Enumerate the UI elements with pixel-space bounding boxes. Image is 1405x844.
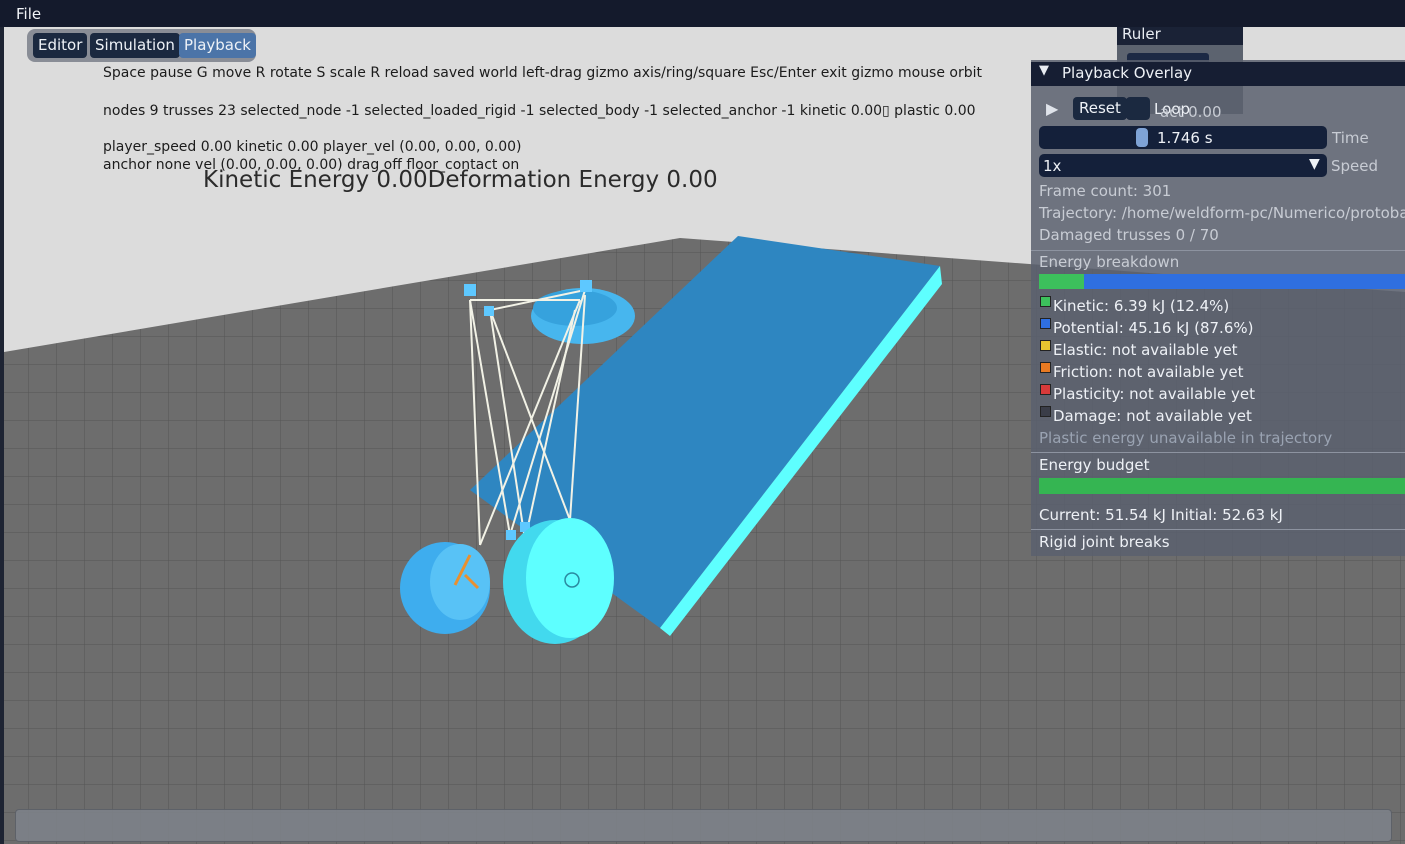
legend-friction: Friction: not available yet xyxy=(1053,363,1244,381)
energy-budget-bar xyxy=(1039,478,1405,494)
simulation-tab[interactable]: Simulation xyxy=(90,33,180,58)
collapse-triangle-icon[interactable]: ▼ xyxy=(1039,63,1049,78)
energy-budget-title: Energy budget xyxy=(1039,456,1150,474)
overlay-header[interactable]: ▼ Playback Overlay xyxy=(1031,62,1405,86)
legend-potential: Potential: 45.16 kJ (87.6%) xyxy=(1053,319,1254,337)
legend-kinetic: Kinetic: 6.39 kJ (12.4%) xyxy=(1053,297,1230,315)
ruler-overlap-text: act 0.00 xyxy=(1160,103,1222,121)
hud-stats: nodes 9 trusses 23 selected_node -1 sele… xyxy=(103,103,976,119)
energy-breakdown-bar xyxy=(1039,274,1405,289)
legend-damage: Damage: not available yet xyxy=(1053,407,1252,425)
speed-combo[interactable] xyxy=(1039,154,1327,177)
hud-keys: Space pause G move R rotate S scale R re… xyxy=(103,65,983,81)
chevron-down-icon[interactable]: ▼ xyxy=(1309,156,1320,172)
editor-tab[interactable]: Editor xyxy=(33,33,88,58)
hud-player: player_speed 0.00 kinetic 0.00 player_ve… xyxy=(103,139,522,155)
time-value: 1.746 s xyxy=(1157,129,1213,147)
speed-value: 1x xyxy=(1043,157,1062,175)
plastic-note: Plastic energy unavailable in trajectory xyxy=(1039,429,1333,447)
menu-file[interactable]: File xyxy=(16,5,41,23)
frame-count: Frame count: 301 xyxy=(1039,182,1172,200)
legend-elastic: Elastic: not available yet xyxy=(1053,341,1238,359)
speed-label: Speed xyxy=(1331,157,1379,175)
playback-tab[interactable]: Playback xyxy=(179,33,256,58)
ruler-title-bar[interactable]: Ruler xyxy=(1117,25,1243,45)
play-icon[interactable]: ▶ xyxy=(1046,99,1058,118)
overlay-title: Playback Overlay xyxy=(1062,64,1193,82)
loop-checkbox[interactable] xyxy=(1126,97,1150,120)
front-wheel-face xyxy=(526,518,614,638)
budget-bar-fill xyxy=(1039,478,1405,494)
separator xyxy=(1031,529,1405,530)
separator xyxy=(1031,452,1405,453)
separator xyxy=(1031,250,1405,251)
potential-bar-segment xyxy=(1084,274,1405,289)
reset-button[interactable]: Reset xyxy=(1073,97,1127,120)
time-label: Time xyxy=(1332,129,1369,147)
damaged-trusses: Damaged trusses 0 / 70 xyxy=(1039,226,1219,244)
trajectory-path: Trajectory: /home/weldform-pc/Numerico/p… xyxy=(1039,204,1405,222)
ruler-title: Ruler xyxy=(1122,25,1161,43)
menu-bar: File xyxy=(0,0,1405,27)
kinetic-swatch xyxy=(1040,296,1051,307)
energy-readout: Kinetic Energy 0.00Deformation Energy 0.… xyxy=(203,167,718,193)
elastic-swatch xyxy=(1040,340,1051,351)
potential-swatch xyxy=(1040,318,1051,329)
status-bar xyxy=(15,809,1392,842)
rear-wheel-face xyxy=(430,544,490,620)
plasticity-swatch xyxy=(1040,384,1051,395)
energy-breakdown-title: Energy breakdown xyxy=(1039,253,1180,271)
kinetic-bar-segment xyxy=(1039,274,1084,289)
legend-plasticity: Plasticity: not available yet xyxy=(1053,385,1255,403)
time-slider-grab[interactable] xyxy=(1136,128,1148,147)
friction-swatch xyxy=(1040,362,1051,373)
damage-swatch xyxy=(1040,406,1051,417)
energy-budget-values: Current: 51.54 kJ Initial: 52.63 kJ xyxy=(1039,506,1283,524)
rigid-joint-breaks[interactable]: Rigid joint breaks xyxy=(1039,533,1170,551)
